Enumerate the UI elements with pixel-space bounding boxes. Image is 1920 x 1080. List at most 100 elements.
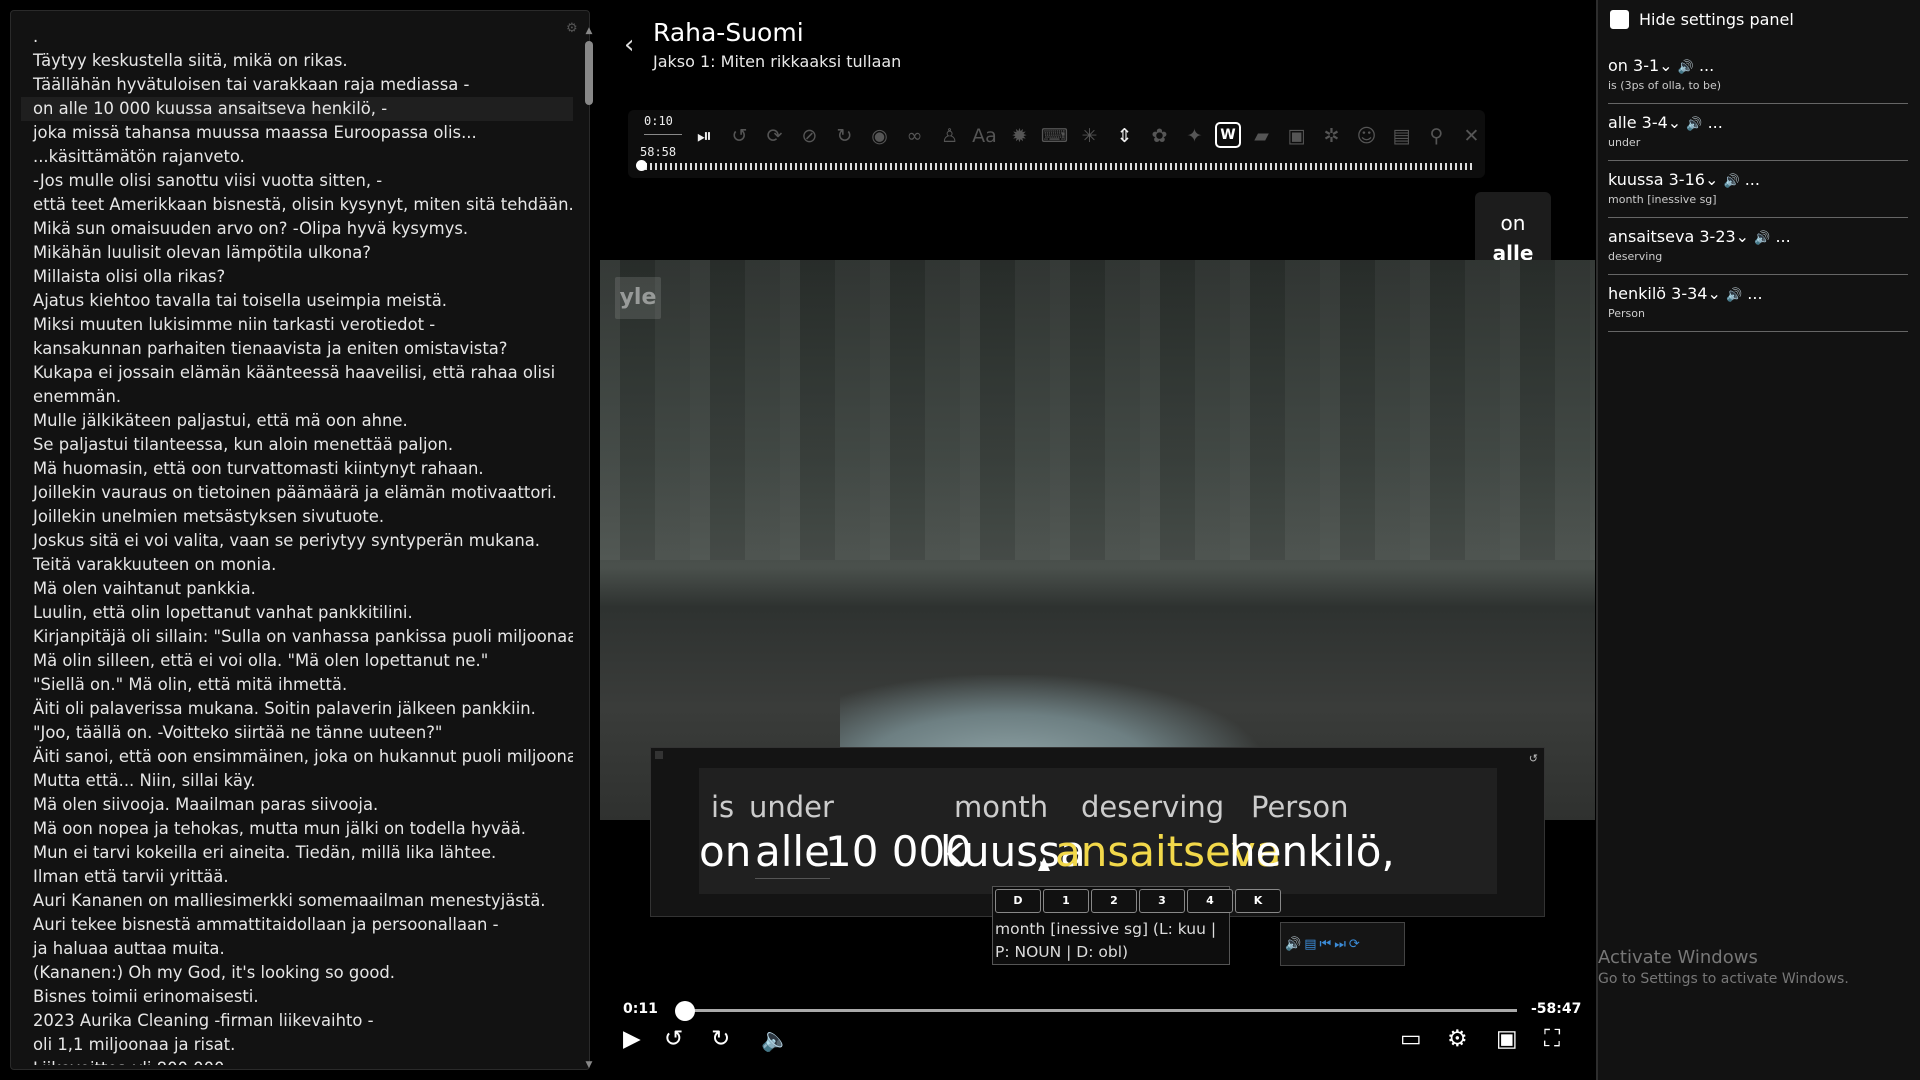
transcript-line[interactable]: "Siellä on." Mä olin, että mitä ihmettä. bbox=[21, 673, 573, 697]
user-icon[interactable]: ☺ bbox=[1352, 122, 1381, 150]
rewind-icon[interactable]: ↺ bbox=[725, 122, 754, 150]
book-icon[interactable]: ▰ bbox=[1247, 122, 1276, 150]
transcript-line[interactable]: Äiti oli palaverissa mukana. Soitin pala… bbox=[21, 697, 573, 721]
video-camera-icon[interactable]: ▣ bbox=[1282, 122, 1311, 150]
transcript-line[interactable]: Äiti sanoi, että oon ensimmäinen, joka o… bbox=[21, 745, 573, 769]
transcript-line[interactable]: Mikähän luulisit olevan lämpötila ulkona… bbox=[21, 241, 573, 265]
scroll-up-icon[interactable]: ▲ bbox=[583, 25, 595, 37]
transcript-line[interactable]: Liikevoittoa yli 800 000 - bbox=[21, 1057, 573, 1065]
speaker-icon[interactable]: 🔊 bbox=[1686, 117, 1702, 132]
transcript-line[interactable]: Ilman että tarvii yrittää. bbox=[21, 865, 573, 889]
entry-word[interactable]: on bbox=[1608, 56, 1628, 75]
entry-word[interactable]: henkilö bbox=[1608, 284, 1666, 303]
chat-icon[interactable]: ▤ bbox=[1387, 122, 1416, 150]
scrollbar-thumb[interactable] bbox=[585, 41, 593, 105]
record-icon[interactable]: ◉ bbox=[865, 122, 894, 150]
seek-thumb[interactable] bbox=[674, 1001, 695, 1021]
transcript-line[interactable]: Mutta että... Niin, sillai käy. bbox=[21, 769, 573, 793]
entry-more-button[interactable]: ... bbox=[1708, 113, 1723, 132]
transcript-line[interactable]: Täällähän hyvätuloisen tai varakkaan raj… bbox=[21, 73, 573, 97]
dictionary-4-button[interactable]: 4 bbox=[1187, 889, 1233, 913]
dictionary-k-button[interactable]: K bbox=[1235, 889, 1281, 913]
loop-icon[interactable]: ∞ bbox=[900, 122, 929, 150]
palette-icon[interactable]: ✿ bbox=[1145, 122, 1174, 150]
volume-icon[interactable]: 🔈 bbox=[761, 1026, 790, 1053]
transcript-line[interactable]: Mä olen siivooja. Maailman paras siivooj… bbox=[21, 793, 573, 817]
previous-icon[interactable]: ⏮ bbox=[1319, 937, 1331, 952]
scroll-down-icon[interactable]: ▼ bbox=[583, 1059, 595, 1071]
dictionary-1-button[interactable]: 1 bbox=[1043, 889, 1089, 913]
link-icon[interactable]: ⚲ bbox=[1422, 122, 1451, 150]
back-button[interactable]: ‹ bbox=[624, 30, 634, 60]
entry-more-button[interactable]: ... bbox=[1699, 56, 1714, 75]
subtitle-word[interactable]: on bbox=[699, 827, 751, 876]
transcript-line[interactable]: oli 1,1 miljoonaa ja risat. bbox=[21, 1033, 573, 1057]
chevron-down-icon[interactable]: ⌄ bbox=[1705, 170, 1718, 189]
up-down-arrows-icon[interactable]: ⇕ bbox=[1110, 122, 1139, 150]
transcript-line[interactable]: ...käsittämätön rajanveto. bbox=[21, 145, 573, 169]
transcript-line[interactable]: Täytyy keskustella siitä, mikä on rikas. bbox=[21, 49, 573, 73]
entry-word[interactable]: ansaitseva bbox=[1608, 227, 1694, 246]
seek-bar[interactable] bbox=[682, 1009, 1517, 1012]
dictionary-3-button[interactable]: 3 bbox=[1139, 889, 1185, 913]
chevron-down-icon[interactable]: ⌄ bbox=[1736, 227, 1749, 246]
transcript-settings-icon[interactable]: ⚙ bbox=[566, 21, 578, 36]
fullscreen-icon[interactable]: ⛶ bbox=[1544, 1026, 1560, 1052]
entry-more-button[interactable]: ... bbox=[1775, 227, 1790, 246]
subtitle-word[interactable]: henkilö, bbox=[1229, 827, 1395, 876]
transcript-line[interactable]: Ajatus kiehtoo tavalla tai toisella usei… bbox=[21, 289, 573, 313]
transcript-line[interactable]: "Joo, täällä on. -Voitteko siirtää ne tä… bbox=[21, 721, 573, 745]
checkbox-icon[interactable] bbox=[1610, 10, 1629, 29]
transcript-line[interactable]: Joskus sitä ei voi valita, vaan se periy… bbox=[21, 529, 573, 553]
transcript-line[interactable]: Mulle jälkikäteen paljastui, että mä oon… bbox=[21, 409, 573, 433]
font-size-icon[interactable]: Aa bbox=[970, 122, 999, 150]
transcript-line[interactable]: Bisnes toimii erinomaisesti. bbox=[21, 985, 573, 1009]
transcript-line[interactable]: . bbox=[21, 25, 573, 49]
bug-icon[interactable]: ✲ bbox=[1317, 122, 1346, 150]
transcript-line[interactable]: Teitä varakkuuteen on monia. bbox=[21, 553, 573, 577]
repeat-icon[interactable]: ⟳ bbox=[760, 122, 789, 150]
settings-gear-icon[interactable]: ⚙ bbox=[1447, 1026, 1468, 1052]
copy-icon[interactable]: ▤ bbox=[1304, 937, 1316, 952]
speaker-icon[interactable]: 🔊 bbox=[1678, 60, 1694, 75]
chevron-down-icon[interactable]: ⌄ bbox=[1659, 56, 1672, 75]
speaker-icon[interactable]: 🔊 bbox=[1726, 288, 1742, 303]
subtitle-reset-icon[interactable]: ↺ bbox=[1529, 752, 1538, 765]
transcript-line[interactable]: Mä olen vaihtanut pankkia. bbox=[21, 577, 573, 601]
transcript-line[interactable]: (Kananen:) Oh my God, it's looking so go… bbox=[21, 961, 573, 985]
entry-more-button[interactable]: ... bbox=[1747, 284, 1762, 303]
transcript-line[interactable]: Auri tekee bisnestä ammattitaidollaan ja… bbox=[21, 913, 573, 937]
forward-icon[interactable]: ↻ bbox=[830, 122, 859, 150]
brightness-icon[interactable]: ✹ bbox=[1005, 122, 1034, 150]
transcript-line[interactable]: -Jos mulle olisi sanottu viisi vuotta si… bbox=[21, 169, 573, 193]
transcript-line[interactable]: joka missä tahansa muussa maassa Euroopa… bbox=[21, 121, 573, 145]
play-button[interactable]: ▶ bbox=[623, 1026, 641, 1052]
transcript-line[interactable]: Mun ei tarvi kokeilla eri aineita. Tiedä… bbox=[21, 841, 573, 865]
refresh-icon[interactable]: ⟳ bbox=[1349, 937, 1360, 952]
sparkle-icon[interactable]: ✳ bbox=[1075, 122, 1104, 150]
w-icon[interactable]: W bbox=[1215, 122, 1241, 148]
picture-in-picture-icon[interactable]: ▣ bbox=[1496, 1026, 1518, 1052]
speaker-icon[interactable]: 🔊 bbox=[1285, 937, 1301, 952]
play-pause-toggle-icon[interactable]: ⏯ bbox=[690, 122, 719, 150]
dictionary-d-button[interactable]: D bbox=[995, 889, 1041, 913]
subtitles-icon[interactable]: ▭ bbox=[1400, 1026, 1422, 1052]
transcript-line[interactable]: Se paljastui tilanteessa, kun aloin mene… bbox=[21, 433, 573, 457]
chevron-down-icon[interactable]: ⌄ bbox=[1707, 284, 1720, 303]
transcript-line[interactable]: Joillekin unelmien metsästyksen sivutuot… bbox=[21, 505, 573, 529]
transcript-line[interactable]: Luulin, että olin lopettanut vanhat pank… bbox=[21, 601, 573, 625]
toolbar-timeline[interactable] bbox=[640, 163, 1473, 170]
transcript-line[interactable]: Millaista olisi olla rikas? bbox=[21, 265, 573, 289]
transcript-line[interactable]: Mä huomasin, että oon turvattomasti kiin… bbox=[21, 457, 573, 481]
transcript-line[interactable]: Joillekin vauraus on tietoinen päämäärä … bbox=[21, 481, 573, 505]
speaker-icon[interactable]: 🔊 bbox=[1754, 231, 1770, 246]
subtitle-word[interactable]: alle bbox=[755, 827, 830, 879]
transcript-line[interactable]: Miksi muuten lukisimme niin tarkasti ver… bbox=[21, 313, 573, 337]
entry-word[interactable]: alle bbox=[1608, 113, 1637, 132]
auto-pause-icon[interactable]: ⊘ bbox=[795, 122, 824, 150]
transcript-line-current[interactable]: on alle 10 000 kuussa ansaitseva henkilö… bbox=[21, 97, 573, 121]
transcript-line[interactable]: enemmän. bbox=[21, 385, 573, 409]
transcript-line[interactable]: Kirjanpitäjä oli sillain: "Sulla on vanh… bbox=[21, 625, 573, 649]
speaker-icon[interactable]: 🔊 bbox=[1723, 174, 1739, 189]
next-icon[interactable]: ⏭ bbox=[1334, 937, 1346, 952]
